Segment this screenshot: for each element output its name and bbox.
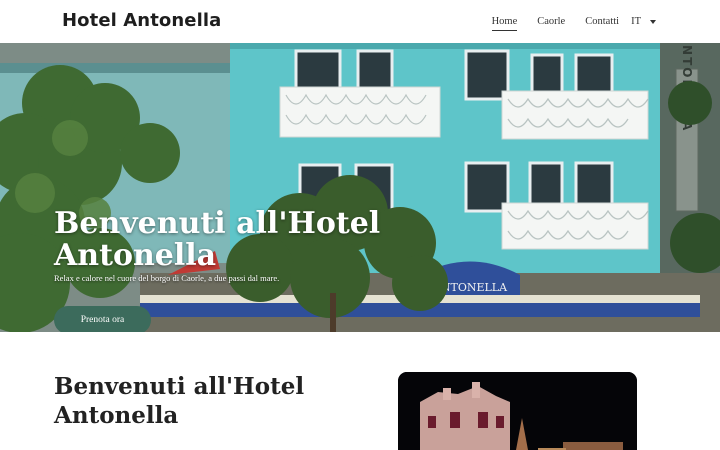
chevron-down-icon bbox=[650, 19, 656, 24]
book-now-button[interactable]: Prenota ora bbox=[54, 306, 151, 332]
welcome-heading: Benvenuti all'Hotel Antonella bbox=[54, 373, 305, 429]
hero-title: Benvenuti all'Hotel Antonella bbox=[54, 206, 381, 273]
language-label: IT bbox=[631, 16, 641, 27]
main-nav: Home Caorle Contatti IT bbox=[491, 16, 656, 31]
hero-background-image: ANTONELLA ANTONELLA bbox=[0, 43, 720, 332]
town-night-photo bbox=[398, 372, 637, 450]
brand-logo-text[interactable]: Hotel Antonella bbox=[62, 10, 221, 31]
nav-home[interactable]: Home bbox=[491, 16, 517, 31]
nav-caorle[interactable]: Caorle bbox=[537, 16, 565, 27]
hero-section: ANTONELLA ANTONELLA bbox=[0, 43, 720, 332]
hero-subtitle: Relax e calore nel cuore del borgo di Ca… bbox=[54, 273, 280, 283]
night-church-image bbox=[398, 372, 637, 450]
nav-contatti[interactable]: Contatti bbox=[585, 16, 619, 27]
language-selector[interactable]: IT bbox=[631, 16, 656, 27]
site-header: Hotel Antonella Home Caorle Contatti IT bbox=[0, 0, 720, 43]
